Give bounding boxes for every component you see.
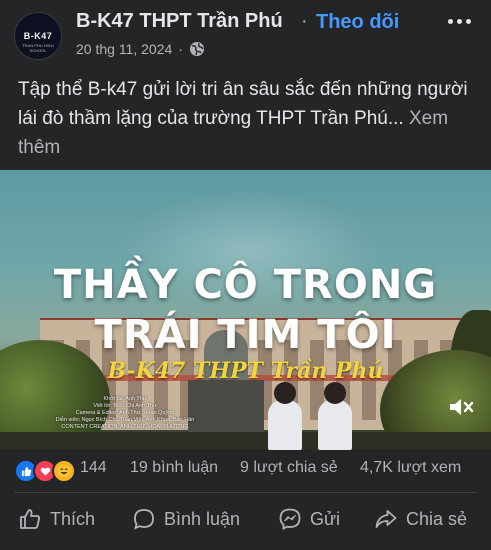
post-meta: 20 thg 11, 2024 ·	[76, 41, 205, 57]
student-head	[274, 382, 296, 404]
messenger-icon	[279, 508, 301, 530]
reaction-count[interactable]: 144	[80, 459, 107, 477]
video-title-line2: TRÁI TIM TÔI	[94, 312, 397, 358]
credit-line: Diễn viên: Ngọc Bích Chi, Tuấn Việt, Anh…	[55, 417, 195, 423]
more-options-icon[interactable]	[448, 14, 476, 28]
post-caption: Tập thể B-k47 gửi lời tri ân sâu sắc đến…	[18, 75, 478, 162]
video-title-line1: THẦY CÔ TRONG	[53, 262, 438, 308]
ground	[0, 432, 491, 450]
credit-line: Viết lời: Bích Chi Anh Thư	[93, 403, 157, 409]
facebook-post: B-K47 TRAN PHU HIGH SCHOOL B-K47 THPT Tr…	[0, 0, 491, 550]
avatar-logo-text: B-K47	[23, 31, 53, 41]
credit-line: CONTENT CREATION: ANH THƯ, HOÀI PHƯƠNG	[61, 424, 189, 430]
send-label: Gửi	[310, 508, 341, 529]
haha-icon	[52, 459, 76, 483]
video-credits: Khởi tác Anh Thư Viết lời: Bích Chi Anh …	[40, 396, 210, 431]
share-count[interactable]: 9 lượt chia sẻ	[240, 459, 338, 477]
share-button[interactable]: Chia sẻ	[374, 506, 467, 532]
header-separator: ·	[301, 10, 308, 32]
more-dot	[448, 18, 453, 24]
credit-line: Camera & Editor: Anh Thư, Hoàn Quỳnh	[75, 410, 175, 416]
post-date[interactable]: 20 thg 11, 2024	[76, 41, 172, 57]
caption-text: Tập thể B-k47 gửi lời tri ân sâu sắc đến…	[18, 79, 468, 129]
student-figure	[318, 400, 352, 450]
student-figure	[268, 400, 302, 450]
muted-speaker-icon[interactable]	[448, 396, 474, 418]
comment-count[interactable]: 19 bình luận	[130, 459, 218, 477]
video-subtitle: B-K47 THPT Trần Phú	[107, 358, 384, 384]
reaction-icons[interactable]	[14, 459, 76, 483]
comment-icon	[134, 509, 154, 530]
avatar-logo-subtext: TRAN PHU HIGH SCHOOL	[22, 43, 54, 53]
divider	[14, 492, 477, 493]
view-count: 4,7K lượt xem	[360, 459, 462, 476]
share-label: Chia sẻ	[406, 508, 468, 529]
send-button[interactable]: Gửi	[278, 506, 340, 532]
video-player[interactable]: THẦY CÔ TRONG TRÁI TIM TÔI B-K47 THPT Tr…	[0, 170, 491, 450]
page-avatar[interactable]: B-K47 TRAN PHU HIGH SCHOOL	[14, 12, 62, 60]
thumbs-up-icon	[20, 509, 40, 529]
more-dot	[457, 18, 462, 24]
meta-separator: ·	[178, 41, 183, 57]
comment-label: Bình luận	[164, 508, 241, 529]
comment-button[interactable]: Bình luận	[132, 506, 240, 532]
share-arrow-icon	[375, 510, 397, 528]
page-name-link[interactable]: B-K47 THPT Trần Phú	[76, 10, 283, 33]
follow-button[interactable]: Theo dõi	[316, 11, 399, 34]
more-dot	[466, 18, 471, 24]
credit-line: Khởi tác Anh Thư	[103, 396, 147, 402]
like-button[interactable]: Thích	[18, 506, 95, 532]
like-label: Thích	[50, 508, 96, 529]
globe-icon[interactable]	[189, 41, 205, 57]
student-head	[324, 382, 346, 404]
